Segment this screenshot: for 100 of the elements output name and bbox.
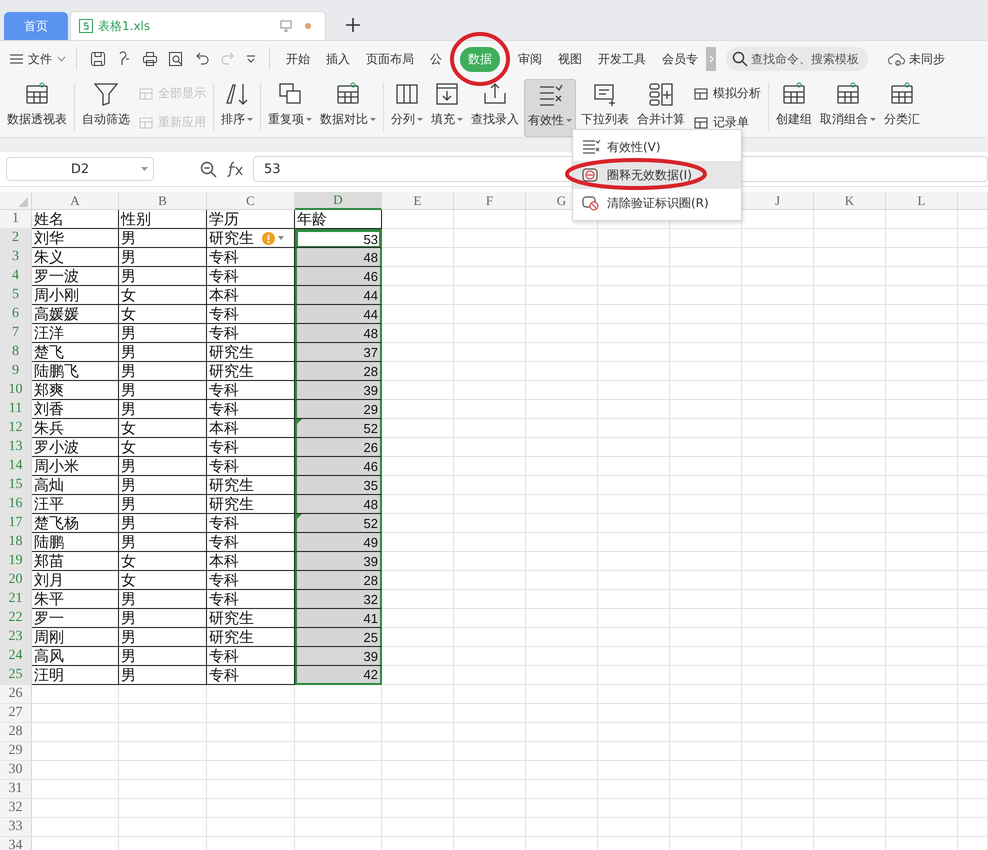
column-header[interactable]: L <box>886 192 958 210</box>
row-header[interactable]: 4 <box>0 267 32 286</box>
ribbon-tab[interactable]: 插入 <box>318 46 358 72</box>
row-header[interactable]: 20 <box>0 571 32 590</box>
row-header[interactable]: 31 <box>0 780 32 799</box>
ribbon-button[interactable]: 填充 <box>428 79 466 137</box>
ribbon-button[interactable]: 分列 <box>388 79 426 137</box>
table-cell <box>454 438 526 457</box>
ribbon-button[interactable]: 排序 <box>218 79 256 137</box>
row-header[interactable]: 26 <box>0 685 32 704</box>
ribbon-button[interactable]: 取消组合 <box>817 79 879 137</box>
table-cell <box>670 286 742 305</box>
command-search-field[interactable]: 查找命令、搜索模板 <box>726 47 868 71</box>
column-header[interactable]: K <box>814 192 886 210</box>
row-header[interactable]: 12 <box>0 419 32 438</box>
row-header[interactable]: 30 <box>0 761 32 780</box>
row-header[interactable]: 19 <box>0 552 32 571</box>
ribbon-small-button[interactable]: 记录单 <box>693 114 761 131</box>
row-header[interactable]: 8 <box>0 343 32 362</box>
table-cell <box>670 533 742 552</box>
column-header[interactable]: C <box>207 192 295 210</box>
ribbon-tab[interactable]: 开发工具 <box>590 46 654 72</box>
ribbon-button[interactable]: 分类汇 <box>881 79 923 137</box>
row-header[interactable]: 2 <box>0 229 32 248</box>
row-header[interactable]: 29 <box>0 742 32 761</box>
row-header[interactable]: 1 <box>0 210 32 229</box>
table-cell <box>670 666 742 685</box>
row-header[interactable]: 7 <box>0 324 32 343</box>
ribbon-button[interactable]: 重复项 <box>265 79 315 137</box>
ribbon-tab[interactable]: 公 <box>422 46 450 72</box>
name-box[interactable]: D2 <box>6 157 154 181</box>
column-header[interactable]: A <box>32 192 119 210</box>
undo-icon[interactable] <box>194 51 210 67</box>
function-icon[interactable] <box>227 161 245 177</box>
file-menu[interactable]: 文件 <box>8 46 68 72</box>
ribbon-button[interactable]: 创建组 <box>773 79 815 137</box>
row-header[interactable]: 15 <box>0 476 32 495</box>
column-header[interactable]: B <box>119 192 207 210</box>
row-header[interactable]: 28 <box>0 723 32 742</box>
ribbon-button[interactable]: 自动筛选 <box>79 79 133 137</box>
table-cell <box>886 647 958 666</box>
column-header[interactable]: J <box>742 192 814 210</box>
table-cell: 汪明 <box>32 666 119 685</box>
row-header[interactable]: 33 <box>0 818 32 837</box>
ribbon-tab[interactable]: 会员专 <box>654 46 706 72</box>
ribbon-tab[interactable]: 审阅 <box>510 46 550 72</box>
sync-button[interactable]: 未同步 <box>888 50 945 68</box>
row-header[interactable]: 34 <box>0 837 32 850</box>
row-header[interactable]: 22 <box>0 609 32 628</box>
save-icon[interactable] <box>90 51 106 67</box>
row-header[interactable]: 9 <box>0 362 32 381</box>
column-header[interactable]: E <box>382 192 454 210</box>
ribbon-tab[interactable]: 数据 <box>460 46 500 72</box>
row-header[interactable]: 18 <box>0 533 32 552</box>
row-header[interactable]: 14 <box>0 457 32 476</box>
row-header[interactable]: 32 <box>0 799 32 818</box>
column-header[interactable]: D <box>295 192 382 210</box>
table-cell <box>670 552 742 571</box>
row-header[interactable]: 24 <box>0 647 32 666</box>
row-header[interactable]: 17 <box>0 514 32 533</box>
ribbon-button[interactable]: 数据透视表 <box>4 79 70 137</box>
table-cell <box>886 210 958 229</box>
row-header[interactable]: 11 <box>0 400 32 419</box>
column-header[interactable]: F <box>454 192 526 210</box>
ribbon-tab[interactable]: 视图 <box>550 46 590 72</box>
row-header[interactable]: 23 <box>0 628 32 647</box>
row-header[interactable]: 13 <box>0 438 32 457</box>
table-cell: 25 <box>295 628 382 647</box>
table-cell <box>670 628 742 647</box>
ribbon-tab[interactable]: 页面布局 <box>358 46 422 72</box>
row-header[interactable]: 10 <box>0 381 32 400</box>
ribbon-button[interactable]: 数据对比 <box>317 79 379 137</box>
row-header[interactable]: 21 <box>0 590 32 609</box>
ribbon-tab[interactable]: 开始 <box>278 46 318 72</box>
table-cell <box>598 742 670 761</box>
row-header[interactable]: 27 <box>0 704 32 723</box>
monitor-icon[interactable] <box>280 20 292 32</box>
caret-icon[interactable] <box>278 236 284 240</box>
table-cell <box>382 799 454 818</box>
document-tab[interactable]: 表格1.xls <box>70 11 326 40</box>
ribbon-button[interactable]: 有效性 <box>524 79 576 137</box>
ribbon-button[interactable]: 查找录入 <box>468 79 522 137</box>
print-icon[interactable] <box>142 51 158 67</box>
print-preview-icon[interactable] <box>168 51 184 67</box>
new-tab-icon[interactable] <box>346 18 360 32</box>
ribbon-small-button[interactable]: 模拟分析 <box>693 85 761 102</box>
row-header[interactable]: 3 <box>0 248 32 267</box>
table-cell <box>454 704 526 723</box>
table-cell <box>958 514 988 533</box>
table-cell <box>526 305 598 324</box>
table-cell: 39 <box>295 552 382 571</box>
table-cell <box>670 818 742 837</box>
document-tab[interactable]: 首页 <box>4 12 68 40</box>
zoom-icon[interactable] <box>200 160 217 178</box>
row-header[interactable]: 25 <box>0 666 32 685</box>
row-header[interactable]: 5 <box>0 286 32 305</box>
row-header[interactable]: 16 <box>0 495 32 514</box>
row-header[interactable]: 6 <box>0 305 32 324</box>
table-cell: 女 <box>119 571 207 590</box>
chevron-down-icon[interactable] <box>246 55 256 63</box>
